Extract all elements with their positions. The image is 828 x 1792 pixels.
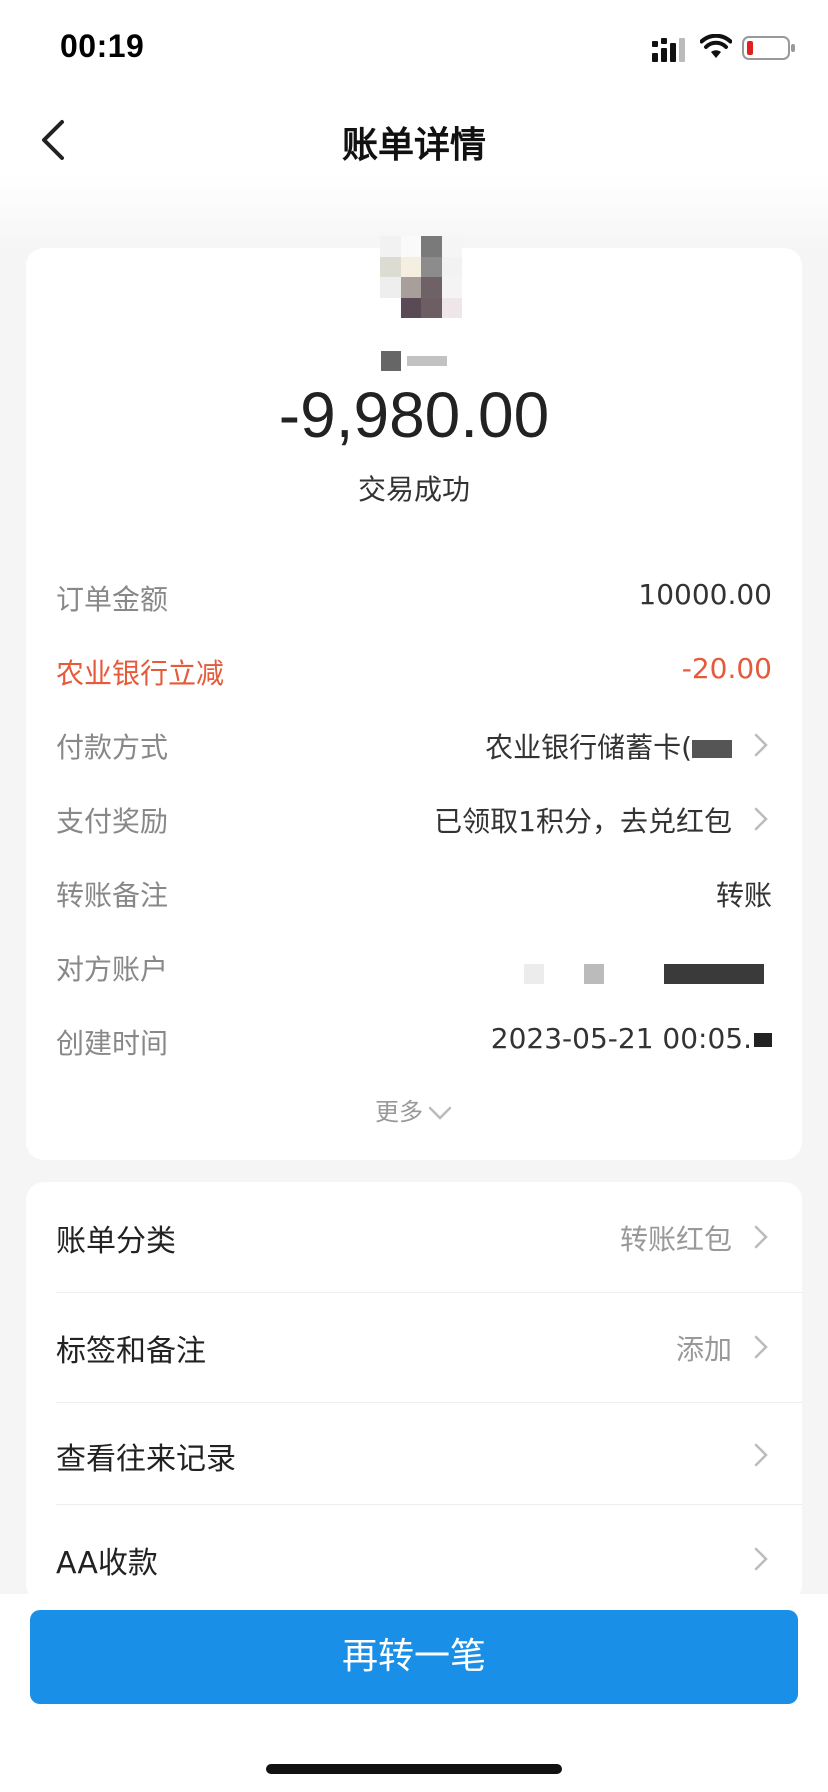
detail-row-order-amount: 订单金额 10000.00	[56, 570, 772, 620]
redaction-mask	[692, 740, 732, 758]
transaction-status: 交易成功	[357, 473, 470, 506]
detail-label: 转账备注	[56, 879, 169, 912]
redaction-mask	[524, 964, 544, 984]
chevron-down-icon	[428, 1106, 452, 1120]
created-time-value: 2023-05-21 00:05.	[491, 1022, 772, 1055]
cellular-signal-icon	[652, 38, 685, 62]
list-item-label: 查看往来记录	[56, 1442, 236, 1477]
detail-row-payee-account: 对方账户	[56, 940, 772, 990]
chevron-right-icon	[754, 1547, 768, 1571]
redaction-mask	[381, 350, 401, 371]
list-item-label: 标签和备注	[56, 1334, 206, 1369]
chevron-right-icon	[754, 1443, 768, 1467]
detail-value: 已领取1积分，去兑红包	[434, 805, 732, 838]
payment-method-value: 农业银行储蓄卡(	[485, 726, 732, 766]
payee-avatar	[380, 236, 462, 318]
home-indicator	[266, 1764, 562, 1774]
redaction-mask	[407, 355, 447, 366]
more-label: 更多	[375, 1098, 423, 1126]
list-item-bill-category[interactable]: 账单分类 转账红包	[56, 1182, 772, 1290]
detail-row-payment-reward[interactable]: 支付奖励 已领取1积分，去兑红包	[56, 792, 772, 842]
detail-label: 支付奖励	[56, 805, 169, 838]
payee-name-redacted[interactable]	[0, 350, 828, 376]
chevron-right-icon	[754, 733, 768, 757]
detail-label: 创建时间	[56, 1027, 169, 1060]
detail-value: 农业银行储蓄卡(	[485, 731, 692, 764]
navigation-bar: 账单详情	[0, 100, 828, 180]
detail-row-payment-method[interactable]: 付款方式 农业银行储蓄卡(	[56, 718, 772, 768]
wifi-icon	[700, 34, 732, 58]
chevron-right-icon	[754, 1225, 768, 1249]
transfer-again-button[interactable]: 再转一笔	[30, 1610, 798, 1704]
detail-label: 农业银行立减	[56, 657, 225, 690]
status-time: 00:19	[60, 28, 145, 64]
detail-label: 订单金额	[56, 583, 169, 616]
detail-label: 对方账户	[56, 953, 169, 986]
list-item-value: 转账红包	[619, 1223, 732, 1256]
list-item-label: 账单分类	[56, 1224, 176, 1259]
redaction-mask	[664, 964, 764, 984]
list-item-tags-notes[interactable]: 标签和备注 添加	[56, 1292, 772, 1400]
more-toggle[interactable]: 更多	[0, 1092, 828, 1127]
detail-label: 付款方式	[56, 731, 169, 764]
detail-row-created-time: 创建时间 2023-05-21 00:05.	[56, 1014, 772, 1064]
redaction-mask	[754, 1033, 772, 1047]
detail-row-bank-discount: 农业银行立减 -20.00	[56, 644, 772, 694]
battery-icon	[742, 36, 795, 60]
payee-account-redacted	[524, 956, 764, 989]
chevron-right-icon	[754, 1335, 768, 1359]
redaction-mask	[584, 964, 604, 984]
detail-value: 转账	[715, 879, 772, 912]
list-item-value: 添加	[675, 1333, 732, 1366]
detail-value: -20.00	[681, 652, 772, 685]
chevron-right-icon	[754, 807, 768, 831]
transaction-amount: -9,980.00	[278, 379, 550, 451]
detail-value: 2023-05-21 00:05.	[490, 1022, 752, 1055]
status-bar: 00:19	[0, 0, 828, 100]
detail-value: 10000.00	[638, 578, 772, 611]
detail-row-transfer-note: 转账备注 转账	[56, 866, 772, 916]
list-item-label: AA收款	[56, 1546, 158, 1581]
page-title: 账单详情	[341, 125, 486, 166]
list-item-history[interactable]: 查看往来记录	[56, 1400, 772, 1508]
